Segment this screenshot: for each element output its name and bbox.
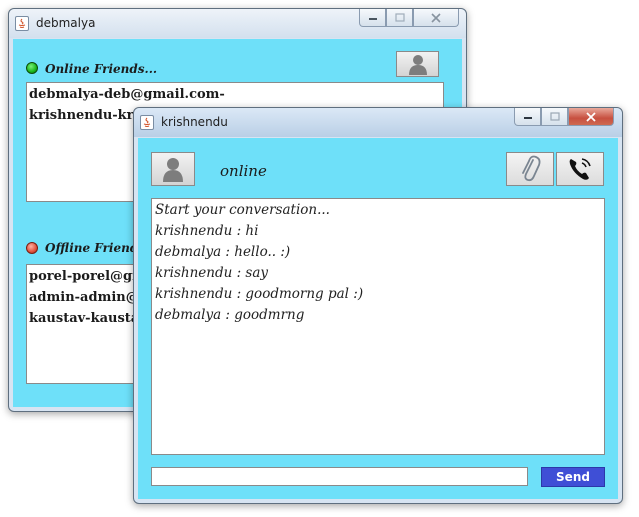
contact-status: online (220, 162, 267, 180)
chat-panel: online Start your conversation... krishn… (138, 138, 618, 499)
close-icon (586, 111, 596, 122)
offline-status-icon (26, 242, 38, 254)
avatar-icon (163, 158, 183, 182)
contact-avatar[interactable] (151, 152, 195, 186)
chat-message: krishnendu : say (155, 265, 269, 281)
close-button[interactable] (413, 9, 459, 27)
minimize-button[interactable] (514, 108, 541, 126)
call-button[interactable] (556, 152, 604, 186)
maximize-icon (394, 13, 405, 22)
attach-file-button[interactable] (506, 152, 554, 186)
message-input[interactable] (151, 467, 528, 486)
minimize-icon (368, 17, 377, 20)
java-app-icon (140, 115, 154, 130)
maximize-button[interactable] (541, 108, 568, 126)
chat-window: krishnendu online Start your conversatio… (133, 107, 623, 504)
my-avatar[interactable] (396, 51, 439, 77)
chat-message: debmalya : goodmrng (155, 307, 305, 323)
close-button[interactable] (568, 108, 614, 126)
chat-message: krishnendu : hi (155, 223, 259, 239)
send-button[interactable]: Send (541, 467, 605, 487)
chat-message: Start your conversation... (155, 202, 330, 218)
chat-window-title: krishnendu (161, 115, 228, 129)
phone-icon (569, 158, 591, 180)
maximize-button[interactable] (386, 9, 413, 27)
friends-window-titlebar[interactable]: debmalya (9, 9, 466, 38)
maximize-icon (549, 112, 560, 121)
offline-friends-label: Offline Friends (45, 241, 145, 255)
minimize-icon (523, 116, 532, 119)
conversation-area[interactable]: Start your conversation... krishnendu : … (151, 198, 605, 455)
chat-message: krishnendu : goodmorng pal :) (155, 286, 364, 302)
online-status-icon (26, 62, 38, 74)
online-friends-label: Online Friends... (45, 62, 158, 76)
chat-window-titlebar[interactable]: krishnendu (134, 108, 622, 137)
friends-window-title: debmalya (36, 16, 96, 30)
close-icon (431, 12, 441, 23)
chat-message: debmalya : hello.. :) (155, 244, 291, 260)
java-app-icon (15, 16, 29, 31)
minimize-button[interactable] (359, 9, 386, 27)
paperclip-icon (522, 155, 541, 182)
avatar-icon (408, 55, 427, 75)
list-item[interactable]: debmalya-deb@gmail.com- (27, 84, 443, 105)
